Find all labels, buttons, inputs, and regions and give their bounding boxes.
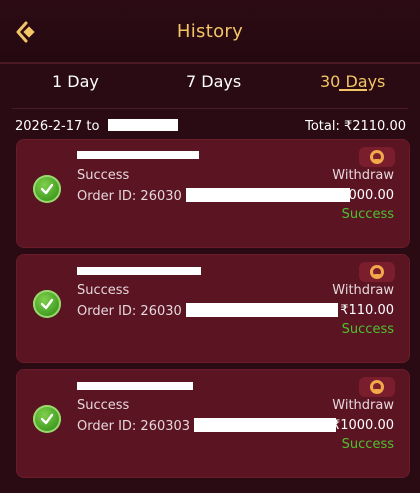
date-range-start: 2026-2-17 to	[15, 119, 100, 134]
back-arrow-icon	[16, 21, 35, 43]
order-id-label: Order ID: 26030	[77, 189, 182, 204]
support-button[interactable]	[359, 147, 395, 167]
date-range[interactable]: 2026-2-17 to	[15, 119, 178, 134]
redacted-order-id	[185, 188, 350, 202]
support-button[interactable]	[359, 262, 395, 282]
order-id-label: Order ID: 26030	[77, 304, 182, 319]
record-status: Success	[77, 168, 130, 183]
back-button[interactable]	[12, 18, 40, 46]
redacted-title	[77, 267, 201, 275]
support-button[interactable]	[359, 377, 395, 397]
tab-bar: 1 Day 7 Days 30 Days	[0, 64, 420, 106]
redacted-order-id	[185, 303, 338, 317]
redacted-title	[77, 151, 199, 159]
support-headset-icon	[370, 150, 384, 164]
record-amount: ₹1000.00	[331, 418, 394, 433]
summary-bar: 2026-2-17 to Total: ₹2110.00	[0, 116, 420, 138]
record-type: Withdraw	[332, 283, 394, 298]
redacted-date	[107, 119, 178, 131]
history-card[interactable]: Success Order ID: 260303 Withdraw ₹1000.…	[16, 369, 410, 478]
tab-7-days[interactable]: 7 Days	[186, 72, 241, 91]
tab-1-day[interactable]: 1 Day	[52, 72, 99, 91]
record-status: Success	[77, 398, 130, 413]
support-headset-icon	[370, 380, 384, 394]
history-card[interactable]: Success Order ID: 26030 Withdraw ₹1000.0…	[16, 139, 410, 248]
record-result: Success	[341, 322, 394, 337]
history-card[interactable]: Success Order ID: 26030 Withdraw ₹110.00…	[16, 254, 410, 363]
order-id: Order ID: 26030	[77, 188, 350, 204]
record-amount: ₹1000.00	[331, 188, 394, 203]
redacted-title	[77, 382, 193, 390]
order-id: Order ID: 26030	[77, 303, 338, 319]
record-status: Success	[77, 283, 130, 298]
check-circle-icon	[33, 405, 61, 433]
record-result: Success	[341, 437, 394, 452]
page-title: History	[176, 20, 244, 42]
record-type: Withdraw	[332, 168, 394, 183]
tabs-divider	[12, 108, 408, 109]
record-amount: ₹110.00	[340, 303, 394, 318]
active-tab-indicator	[339, 89, 367, 91]
support-headset-icon	[370, 265, 384, 279]
redacted-order-id	[194, 418, 337, 432]
record-type: Withdraw	[332, 398, 394, 413]
check-circle-icon	[33, 290, 61, 318]
order-id-label: Order ID: 260303	[77, 419, 191, 434]
header: History	[0, 0, 420, 62]
record-result: Success	[341, 207, 394, 222]
total-amount: Total: ₹2110.00	[305, 119, 406, 134]
order-id: Order ID: 260303	[77, 418, 337, 434]
check-circle-icon	[33, 175, 61, 203]
